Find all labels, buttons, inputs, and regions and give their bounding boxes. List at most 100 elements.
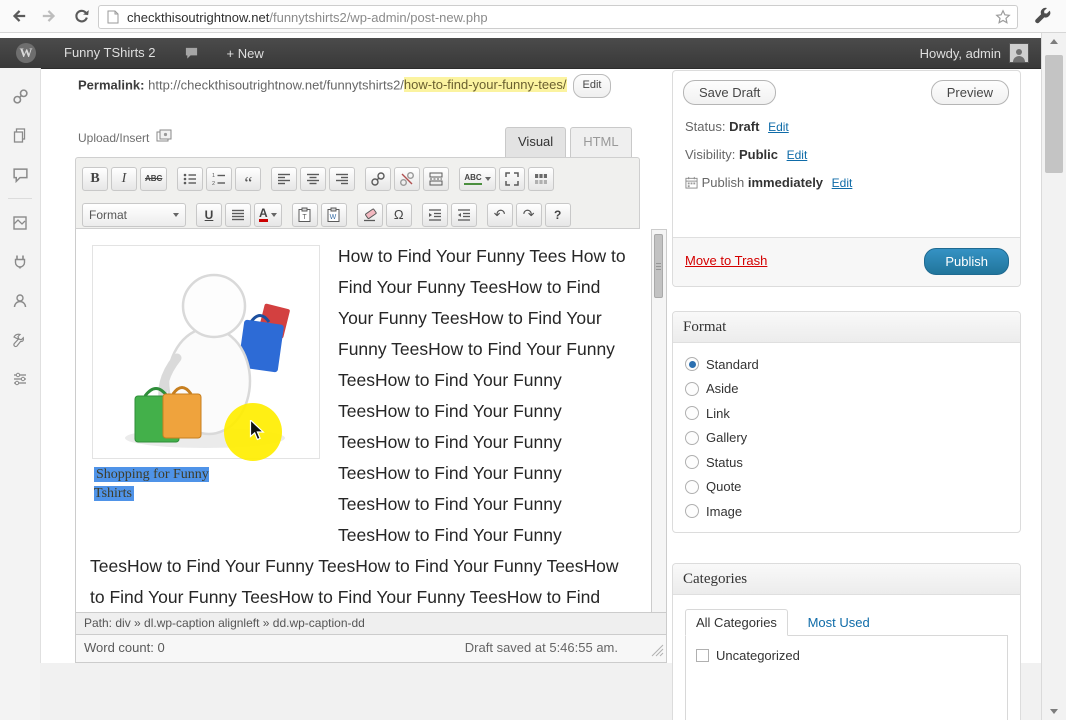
sidebar-item-links[interactable] — [0, 77, 40, 116]
browser-menu-button[interactable] — [1034, 7, 1052, 28]
publish-button[interactable]: Publish — [924, 248, 1009, 275]
forward-button[interactable] — [36, 4, 62, 28]
bulleted-list-button[interactable] — [177, 166, 204, 191]
format-box-title[interactable]: Format — [673, 312, 1020, 343]
image-caption-wrap: Shopping for Funny Tshirts — [94, 465, 244, 503]
sidebar-item-users[interactable] — [0, 281, 40, 320]
sidebar-item-plugins[interactable] — [0, 242, 40, 281]
radio-icon[interactable] — [685, 430, 699, 445]
kitchen-sink-button[interactable] — [527, 166, 554, 191]
image-caption-block[interactable]: Shopping for Funny Tshirts — [92, 245, 320, 503]
format-option[interactable]: Standard — [685, 352, 1008, 377]
radio-icon[interactable] — [685, 406, 699, 421]
editor-scrollbar[interactable] — [652, 229, 667, 613]
bookmark-star-button[interactable] — [995, 9, 1011, 28]
format-option[interactable]: Image — [685, 499, 1008, 524]
sidebar-item-comments[interactable] — [0, 155, 40, 194]
url-bar[interactable]: checkthisoutrightnow.net/funnytshirts2/w… — [98, 5, 1018, 29]
editor-content[interactable]: Shopping for Funny Tshirts How to Find Y… — [75, 229, 652, 613]
permalink-edit-button[interactable]: Edit — [572, 74, 612, 98]
align-right-button[interactable] — [329, 166, 356, 191]
radio-icon[interactable] — [685, 479, 699, 494]
format-option[interactable]: Aside — [685, 377, 1008, 402]
strikethrough-button[interactable]: ABC — [140, 166, 168, 191]
admin-bar-comments-button[interactable] — [170, 38, 213, 68]
tab-most-used[interactable]: Most Used — [808, 615, 870, 630]
scrollbar-down-button[interactable] — [1042, 703, 1066, 720]
strikethrough-icon: ABC — [145, 174, 163, 183]
text-color-icon: A — [259, 206, 268, 222]
italic-button[interactable]: I — [111, 166, 137, 191]
links-icon — [12, 89, 28, 104]
move-to-trash-link[interactable]: Move to Trash — [685, 253, 767, 268]
wordpress-logo-icon[interactable]: W — [16, 43, 36, 63]
blockquote-button[interactable]: “ — [235, 166, 262, 192]
sidebar-item-settings[interactable] — [0, 359, 40, 398]
align-center-button[interactable] — [300, 166, 327, 191]
bold-button[interactable]: B — [82, 166, 108, 191]
add-media-button[interactable] — [156, 129, 172, 146]
schedule-edit-link[interactable]: Edit — [832, 176, 853, 190]
unlink-button[interactable] — [394, 166, 421, 191]
format-option[interactable]: Gallery — [685, 426, 1008, 451]
special-character-button[interactable]: Ω — [385, 202, 412, 227]
radio-icon[interactable] — [685, 381, 699, 396]
permalink-url-prefix: http://checkthisoutrightnow.net/funnytsh… — [148, 77, 404, 93]
back-button[interactable] — [6, 4, 32, 28]
paste-word-icon: W — [327, 207, 340, 222]
remove-formatting-button[interactable] — [356, 202, 383, 227]
outdent-button[interactable] — [421, 202, 448, 227]
justify-button[interactable] — [225, 202, 251, 227]
format-option[interactable]: Link — [685, 401, 1008, 426]
format-option[interactable]: Quote — [685, 475, 1008, 500]
radio-icon[interactable] — [685, 455, 699, 470]
sidebar-item-tools[interactable] — [0, 320, 40, 359]
undo-button[interactable]: ↶ — [486, 202, 513, 227]
paste-as-text-button[interactable]: T — [291, 202, 318, 227]
fullscreen-button[interactable] — [498, 166, 525, 191]
scrollbar-thumb[interactable] — [1045, 55, 1063, 173]
numbered-list-button[interactable]: 12 — [206, 166, 233, 191]
radio-icon[interactable] — [685, 357, 699, 372]
format-select[interactable]: Format — [82, 202, 186, 227]
help-button[interactable]: ? — [544, 202, 571, 227]
browser-scrollbar[interactable] — [1041, 33, 1066, 720]
image-caption-selected-text[interactable]: Shopping for Funny Tshirts — [94, 467, 209, 501]
refresh-button[interactable] — [68, 4, 94, 28]
save-draft-button[interactable]: Save Draft — [683, 80, 777, 105]
indent-button[interactable] — [450, 202, 477, 227]
publish-box-footer: Move to Trash Publish — [673, 237, 1020, 286]
tab-all-categories[interactable]: All Categories — [685, 609, 788, 636]
preview-button[interactable]: Preview — [930, 80, 1009, 105]
status-edit-link[interactable]: Edit — [768, 120, 789, 134]
sidebar-item-pages[interactable] — [0, 116, 40, 155]
refresh-icon — [74, 9, 89, 22]
more-tag-button[interactable] — [423, 166, 450, 191]
post-image[interactable] — [92, 245, 320, 459]
paste-from-word-button[interactable]: W — [320, 202, 347, 227]
visibility-edit-link[interactable]: Edit — [787, 148, 808, 162]
sidebar-item-appearance[interactable] — [0, 203, 40, 242]
tab-html[interactable]: HTML — [570, 127, 632, 157]
categories-box-title[interactable]: Categories — [673, 564, 1020, 595]
spellcheck-button[interactable]: ABC — [459, 166, 496, 191]
redo-button[interactable]: ↷ — [515, 202, 542, 227]
checkbox-icon[interactable] — [696, 649, 709, 662]
category-item[interactable]: Uncategorized — [696, 648, 997, 663]
radio-icon[interactable] — [685, 504, 699, 519]
text-color-button[interactable]: A — [254, 202, 282, 227]
admin-bar-new-button[interactable]: + New — [213, 38, 278, 68]
howdy-text[interactable]: Howdy, admin — [920, 46, 1001, 61]
avatar[interactable] — [1009, 43, 1029, 63]
scrollbar-up-button[interactable] — [1042, 33, 1066, 50]
align-left-button[interactable] — [271, 166, 298, 191]
tab-visual[interactable]: Visual — [505, 127, 567, 157]
link-icon — [371, 171, 386, 186]
editor-resize-handle[interactable] — [648, 641, 664, 660]
insert-link-button[interactable] — [365, 166, 392, 191]
appearance-icon — [13, 215, 27, 230]
underline-button[interactable]: U — [196, 202, 222, 227]
admin-bar-site-name[interactable]: Funny TShirts 2 — [50, 38, 170, 68]
editor-scrollbar-thumb[interactable] — [654, 234, 663, 298]
format-option[interactable]: Status — [685, 450, 1008, 475]
